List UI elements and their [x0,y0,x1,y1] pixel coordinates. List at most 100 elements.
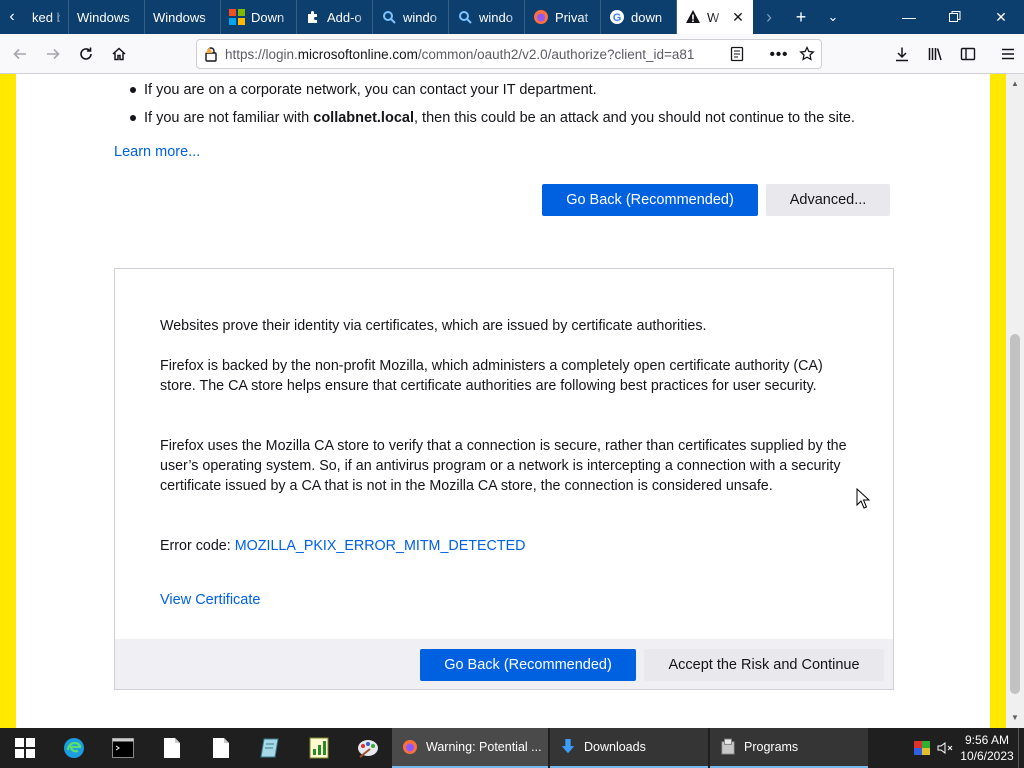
taskbar: Warning: Potential ... Downloads Program… [0,728,1024,768]
terminal-icon[interactable] [98,728,147,768]
list-item: If you are not familiar with collabnet.l… [128,108,855,136]
scrollbar-thumb[interactable] [1010,334,1020,694]
advanced-panel: Websites prove their identity via certif… [114,268,894,690]
reader-view-icon[interactable] [723,40,751,68]
insecure-lock-icon[interactable] [197,46,225,62]
advanced-paragraph-1: Websites prove their identity via certif… [160,318,707,334]
reload-icon[interactable] [70,38,102,70]
library-icon[interactable] [919,38,951,70]
accept-risk-button[interactable]: Accept the Risk and Continue [644,649,884,681]
back-arrow-icon[interactable] [4,38,36,70]
error-code-label: Error code: [160,538,235,554]
color-app-tray-icon[interactable] [910,728,934,768]
home-icon[interactable] [103,38,135,70]
new-tab-icon[interactable]: + [785,0,817,34]
url-domain: microsoftonline.com [297,46,418,62]
tab[interactable]: windo [373,0,449,34]
tab-label: Windows [153,9,206,25]
navigation-toolbar: https://login.microsoftonline.com/common… [0,34,1024,74]
error-code-link[interactable]: MOZILLA_PKIX_ERROR_MITM_DETECTED [235,538,526,554]
list-item-text: If you are not familiar with [144,110,314,126]
error-code-line: Error code: MOZILLA_PKIX_ERROR_MITM_DETE… [160,536,860,556]
tab[interactable]: Privat [525,0,601,34]
document-icon[interactable] [147,728,196,768]
view-certificate-link[interactable]: View Certificate [160,592,260,608]
search-icon [457,9,473,25]
close-tab-icon[interactable]: ✕ [730,9,746,25]
page-content: If you are on a corporate network, you c… [0,74,1024,728]
advanced-panel-footer: Go Back (Recommended) Accept the Risk an… [115,639,893,689]
document-icon[interactable] [196,728,245,768]
taskbar-task-label: Programs [744,740,799,754]
folder-icon [720,738,736,755]
firefox-icon [533,9,549,25]
hamburger-menu-icon[interactable] [992,38,1024,70]
forward-arrow-icon[interactable] [37,38,69,70]
url-path: /common/oauth2/v2.0/authorize?client_id=… [417,46,695,62]
advanced-paragraph-2: Firefox is backed by the non-profit Mozi… [160,358,823,394]
tab-strip: ‹ ked by Windows Windows Down Add-o wind… [0,0,1024,34]
search-icon [381,9,397,25]
show-desktop-button[interactable] [1018,728,1024,768]
microsoft-logo-icon [229,9,245,25]
list-item-text: If you are on a corporate network, you c… [144,82,597,98]
sidebar-icon[interactable] [952,38,984,70]
tab[interactable]: Windows [145,0,221,34]
tab[interactable]: Add-o [297,0,373,34]
list-all-tabs-icon[interactable]: ⌄ [817,0,849,34]
taskbar-task-programs[interactable]: Programs [710,728,868,768]
mouse-cursor-icon [856,487,871,513]
google-icon: G [609,9,625,25]
advanced-paragraph-3: Firefox uses the Mozilla CA store to ver… [160,438,847,494]
svg-text:G: G [613,12,622,24]
go-back-button-secondary[interactable]: Go Back (Recommended) [420,649,636,681]
list-item: If you are on a corporate network, you c… [128,80,855,108]
tab[interactable]: G down [601,0,677,34]
advice-list: If you are on a corporate network, you c… [128,80,855,136]
system-tray: 9:56 AM 10/6/2023 [910,728,1024,768]
vertical-scrollbar[interactable]: ▲ ▼ [1006,74,1024,728]
close-window-icon[interactable]: ✕ [978,0,1024,34]
advanced-button[interactable]: Advanced... [766,184,890,216]
paint-app-icon[interactable] [343,728,392,768]
warning-icon [685,9,701,25]
tab-label: Windows [77,9,130,25]
notepad-icon[interactable] [245,728,294,768]
spreadsheet-icon[interactable] [294,728,343,768]
bookmark-star-icon[interactable] [793,40,821,68]
warning-border-left [0,74,16,728]
list-item-text: , then this could be an attack and you s… [413,110,855,126]
taskbar-task-firefox[interactable]: Warning: Potential ... [392,728,548,768]
restore-icon[interactable] [932,0,978,34]
go-back-button[interactable]: Go Back (Recommended) [542,184,758,216]
download-arrow-icon [560,739,576,755]
tab[interactable]: ked by [24,0,69,34]
system-clock[interactable]: 9:56 AM 10/6/2023 [956,732,1018,764]
page-actions-icon[interactable]: ••• [765,40,793,68]
edge-browser-icon[interactable] [49,728,98,768]
scroll-down-arrow-icon[interactable]: ▼ [1006,710,1024,726]
clock-date: 10/6/2023 [960,749,1014,763]
puzzle-icon [305,9,321,25]
scroll-tabs-left-icon[interactable]: ‹ [0,0,24,34]
url-prefix: https://login. [225,46,298,62]
learn-more-link[interactable]: Learn more... [114,144,200,160]
tab[interactable]: windo [449,0,525,34]
taskbar-task-label: Downloads [584,740,646,754]
hostname-bold: collabnet.local [313,110,414,126]
tab[interactable]: Down [221,0,297,34]
taskbar-task-label: Warning: Potential ... [426,740,542,754]
scroll-tabs-right-icon[interactable]: › [753,0,785,34]
tab[interactable]: Windows [69,0,145,34]
taskbar-task-downloads[interactable]: Downloads [550,728,708,768]
volume-muted-icon[interactable] [934,728,956,768]
scroll-up-arrow-icon[interactable]: ▲ [1006,76,1024,92]
address-bar[interactable]: https://login.microsoftonline.com/common… [196,39,822,69]
downloads-icon[interactable] [886,38,918,70]
minimize-icon[interactable]: — [886,0,932,34]
url-text[interactable]: https://login.microsoftonline.com/common… [225,47,723,62]
clock-time: 9:56 AM [964,733,1010,747]
tab-active[interactable]: W ✕ [677,0,753,34]
warning-border-right [990,74,1006,728]
windows-start-icon[interactable] [0,728,49,768]
